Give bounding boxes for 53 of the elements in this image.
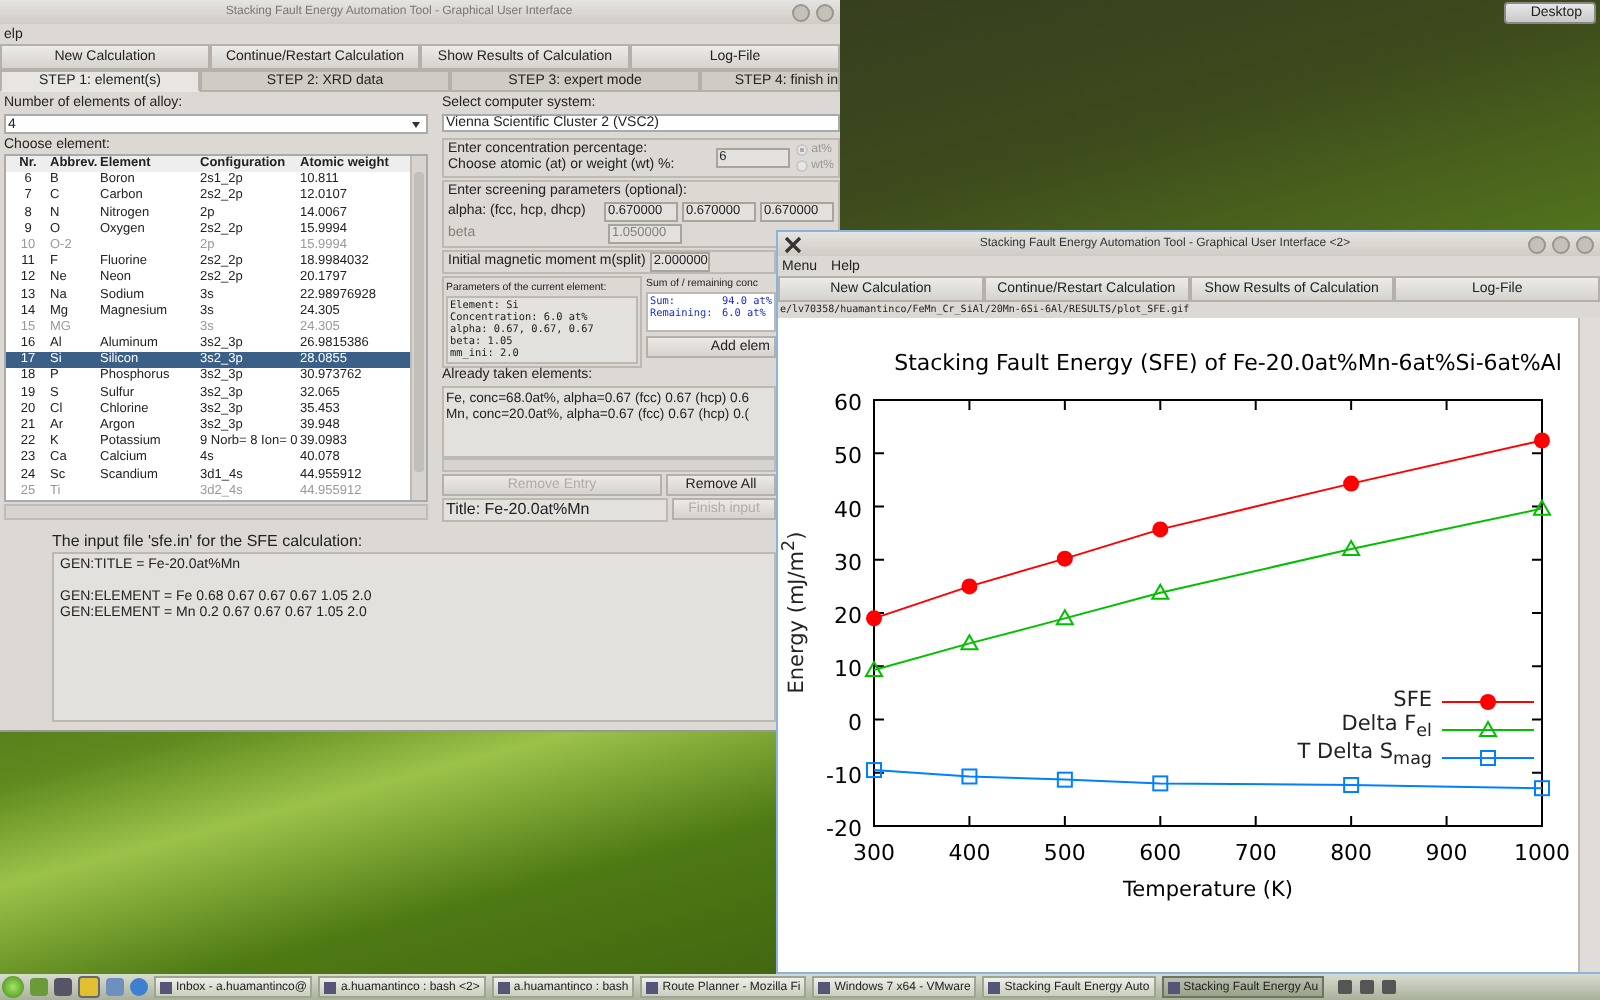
data-point xyxy=(1150,582,1170,600)
axis-tick-label: 20 xyxy=(834,603,862,629)
axis-tick-label: 10 xyxy=(834,656,862,683)
start-button[interactable] xyxy=(2,976,24,998)
field-label: The input file 'sfe.in' for the SFE calculation: xyxy=(52,532,365,552)
scrollbar[interactable] xyxy=(4,503,428,520)
axis-tick-label: 60 xyxy=(834,390,862,416)
data-point xyxy=(1532,498,1552,516)
data-point xyxy=(961,768,978,785)
data-point xyxy=(1152,775,1169,792)
data-point xyxy=(864,659,884,677)
legend-swatch xyxy=(1442,719,1534,739)
axis-tick-label: 50 xyxy=(834,443,862,470)
data-point xyxy=(1343,475,1360,492)
launcher-icon[interactable] xyxy=(78,976,100,998)
axis-tick-label: 400 xyxy=(948,840,991,866)
axis-tick-label: 40 xyxy=(834,496,862,523)
dropdown-arrow-icon xyxy=(412,121,420,127)
scrollbar[interactable] xyxy=(442,458,776,472)
axis-tick-label: 0 xyxy=(848,709,862,736)
data-point xyxy=(961,578,978,595)
legend-swatch xyxy=(1442,691,1534,711)
axis-title: Temperature (K) xyxy=(1123,878,1293,902)
chart-title: Stacking Fault Energy (SFE) of Fe-20.0at%Mn-6at%Si-6at%Al xyxy=(894,350,1562,376)
axis-tick-label: -20 xyxy=(826,816,862,842)
data-point xyxy=(1534,432,1550,449)
data-point xyxy=(959,633,980,651)
axis-tick-label: -10 xyxy=(826,762,862,789)
title-field[interactable]: Title: Fe-20.0at%Mn xyxy=(442,498,668,522)
data-point xyxy=(1152,521,1169,538)
legend-label: T Delta S$_{mag}$ xyxy=(1297,741,1432,773)
data-point xyxy=(1055,608,1075,626)
legend-label: SFE xyxy=(1393,690,1432,712)
data-point xyxy=(866,610,882,627)
data-point xyxy=(1534,780,1550,797)
legend-label: Delta F$_{el}$ xyxy=(1341,713,1432,743)
data-point xyxy=(1343,777,1360,793)
axis-tick-label: 1000 xyxy=(1514,840,1570,866)
data-point xyxy=(866,762,882,779)
legend-swatch xyxy=(1442,747,1534,767)
axis-tick-label: 700 xyxy=(1234,840,1277,866)
axis-tick-label: 300 xyxy=(853,840,895,866)
data-point xyxy=(1056,550,1073,567)
axis-tick-label: 30 xyxy=(834,549,862,576)
app-icon xyxy=(784,235,802,253)
data-point xyxy=(1056,771,1073,788)
scrollbar[interactable] xyxy=(1578,318,1600,972)
axis-tick-label: 500 xyxy=(1043,840,1086,866)
axis-tick-label: 800 xyxy=(1330,840,1373,866)
axis-tick-label: 600 xyxy=(1139,840,1182,866)
data-point xyxy=(1341,539,1361,557)
axis-tick-label: 900 xyxy=(1425,840,1468,866)
scrollbar[interactable] xyxy=(410,156,426,500)
